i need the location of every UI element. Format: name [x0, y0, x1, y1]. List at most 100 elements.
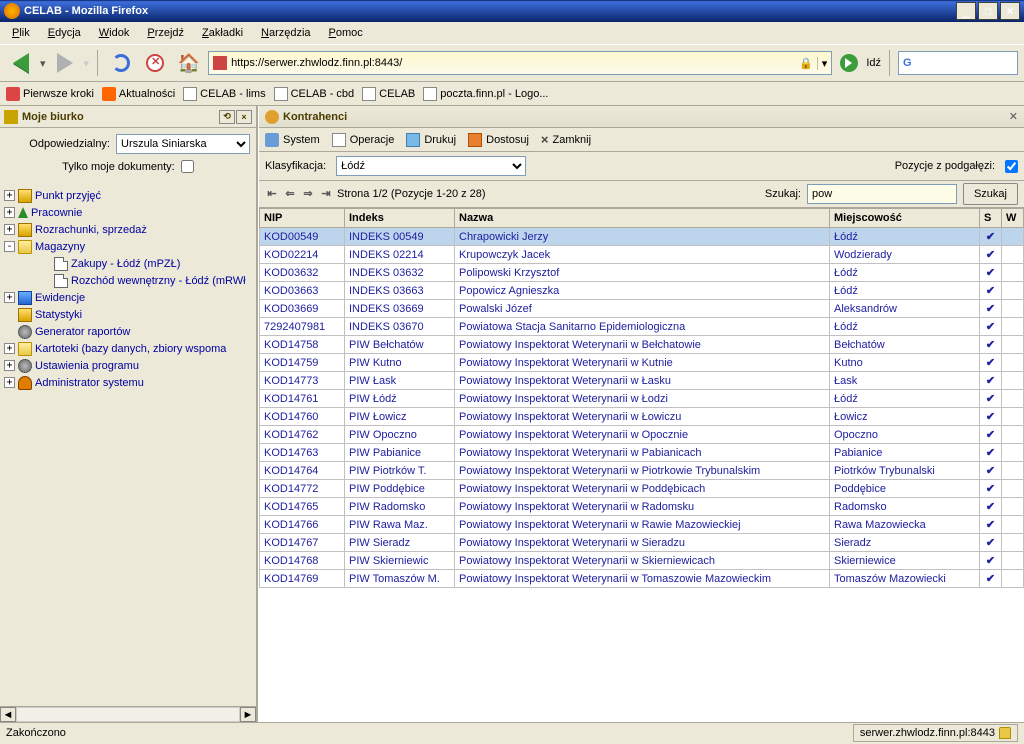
reload-button[interactable]: [106, 48, 136, 78]
nav-first[interactable]: ⇤: [265, 187, 279, 201]
menu-edycja[interactable]: Edycja: [40, 25, 89, 41]
expander-icon[interactable]: +: [4, 190, 15, 201]
tree-item[interactable]: +Punkt przyjęć: [4, 187, 256, 204]
table-row[interactable]: KOD03663INDEKS 03663Popowicz AgnieszkaŁó…: [260, 282, 1024, 300]
nav-prev[interactable]: ⇐: [283, 187, 297, 201]
cell-indeks: PIW Poddębice: [345, 480, 455, 498]
menu-zakładki[interactable]: Zakładki: [194, 25, 251, 41]
expander-icon[interactable]: +: [4, 224, 15, 235]
url-dropdown[interactable]: ▾: [817, 57, 828, 70]
table-row[interactable]: KOD14773PIW ŁaskPowiatowy Inspektorat We…: [260, 372, 1024, 390]
tree-item[interactable]: +Administrator systemu: [4, 374, 256, 391]
table-row[interactable]: KOD14769PIW Tomaszów M.Powiatowy Inspekt…: [260, 570, 1024, 588]
table-row[interactable]: KOD14758PIW BełchatówPowiatowy Inspektor…: [260, 336, 1024, 354]
menu-pomoc[interactable]: Pomoc: [321, 25, 371, 41]
table-row[interactable]: 7292407981INDEKS 03670Powiatowa Stacja S…: [260, 318, 1024, 336]
bookmark-item[interactable]: CELAB: [362, 87, 415, 101]
tree-item[interactable]: +Kartoteki (bazy danych, zbiory wspoma: [4, 340, 256, 357]
column-header[interactable]: W: [1002, 209, 1024, 228]
table-row[interactable]: KOD14759PIW KutnoPowiatowy Inspektorat W…: [260, 354, 1024, 372]
back-button[interactable]: [6, 48, 36, 78]
tree-item[interactable]: Statystyki: [4, 306, 256, 323]
sidebar-hscroll[interactable]: ◄►: [0, 706, 256, 722]
minimize-button[interactable]: _: [956, 2, 976, 20]
column-header[interactable]: Nazwa: [455, 209, 830, 228]
table-row[interactable]: KOD14766PIW Rawa Maz.Powiatowy Inspektor…: [260, 516, 1024, 534]
tree-item[interactable]: Zakupy - Łódź (mPZŁ): [4, 255, 256, 272]
bookmark-item[interactable]: CELAB - cbd: [274, 87, 355, 101]
table-row[interactable]: KOD02214INDEKS 02214Krupowczyk JacekWodz…: [260, 246, 1024, 264]
cell-w: [1002, 390, 1024, 408]
column-header[interactable]: Indeks: [345, 209, 455, 228]
home-button[interactable]: 🏠: [174, 48, 204, 78]
tree-item[interactable]: Generator raportów: [4, 323, 256, 340]
go-button[interactable]: [840, 54, 858, 72]
bookmark-item[interactable]: CELAB - lims: [183, 87, 265, 101]
table-row[interactable]: KOD14772PIW PoddębicePowiatowy Inspektor…: [260, 480, 1024, 498]
cell-s: ✔: [980, 462, 1002, 480]
search-button[interactable]: Szukaj: [963, 183, 1018, 205]
tree-item[interactable]: +Rozrachunki, sprzedaż: [4, 221, 256, 238]
table-row[interactable]: KOD14761PIW ŁódźPowiatowy Inspektorat We…: [260, 390, 1024, 408]
tree-item[interactable]: -Magazyny: [4, 238, 256, 255]
bookmark-item[interactable]: Pierwsze kroki: [6, 87, 94, 101]
search-input[interactable]: [807, 184, 957, 204]
tree-item[interactable]: Rozchód wewnętrzny - Łódź (mRWł: [4, 272, 256, 289]
data-grid[interactable]: NIPIndeksNazwaMiejscowośćSW KOD00549INDE…: [259, 208, 1024, 722]
sidebar-close-button[interactable]: ×: [236, 110, 252, 124]
expander-icon[interactable]: +: [4, 343, 15, 354]
table-row[interactable]: KOD14762PIW OpocznoPowiatowy Inspektorat…: [260, 426, 1024, 444]
menu-operacje[interactable]: Operacje: [332, 133, 395, 147]
tree-label: Statystyki: [35, 309, 82, 321]
restore-button[interactable]: ❐: [978, 2, 998, 20]
tree-icon: [18, 359, 32, 373]
window-titlebar: CELAB - Mozilla Firefox _ ❐ ×: [0, 0, 1024, 22]
url-bar[interactable]: https://serwer.zhwlodz.finn.pl:8443/ 🔒 ▾: [208, 51, 832, 75]
sidebar-refresh-button[interactable]: ⟲: [219, 110, 235, 124]
sub-checkbox[interactable]: [1005, 160, 1018, 173]
table-row[interactable]: KOD14764PIW Piotrków T.Powiatowy Inspekt…: [260, 462, 1024, 480]
table-row[interactable]: KOD03669INDEKS 03669Powalski JózefAleksa…: [260, 300, 1024, 318]
menu-dostosuj[interactable]: Dostosuj: [468, 133, 529, 147]
table-row[interactable]: KOD14767PIW SieradzPowiatowy Inspektorat…: [260, 534, 1024, 552]
expander-icon[interactable]: -: [4, 241, 15, 252]
nav-next[interactable]: ⇒: [301, 187, 315, 201]
tree-item[interactable]: +Ewidencje: [4, 289, 256, 306]
forward-button[interactable]: [50, 48, 80, 78]
table-row[interactable]: KOD14763PIW PabianicePowiatowy Inspektor…: [260, 444, 1024, 462]
stop-button[interactable]: [140, 48, 170, 78]
table-row[interactable]: KOD14768PIW SkierniewicPowiatowy Inspekt…: [260, 552, 1024, 570]
menu-zamknij[interactable]: ×Zamknij: [541, 132, 591, 147]
search-bar[interactable]: G: [898, 51, 1018, 75]
column-header[interactable]: Miejscowość: [830, 209, 980, 228]
tree-item[interactable]: +Ustawienia programu: [4, 357, 256, 374]
table-row[interactable]: KOD14760PIW ŁowiczPowiatowy Inspektorat …: [260, 408, 1024, 426]
menu-plik[interactable]: Plik: [4, 25, 38, 41]
column-header[interactable]: NIP: [260, 209, 345, 228]
menu-widok[interactable]: Widok: [91, 25, 138, 41]
table-row[interactable]: KOD00549INDEKS 00549Chrapowicki JerzyŁód…: [260, 228, 1024, 246]
table-row[interactable]: KOD14765PIW RadomskoPowiatowy Inspektora…: [260, 498, 1024, 516]
close-window-button[interactable]: ×: [1000, 2, 1020, 20]
nav-last[interactable]: ⇥: [319, 187, 333, 201]
responsible-select[interactable]: Urszula Siniarska: [116, 134, 250, 154]
expander-icon[interactable]: +: [4, 292, 15, 303]
menu-przejdź[interactable]: Przejdź: [139, 25, 192, 41]
table-row[interactable]: KOD03632INDEKS 03632Polipowski Krzysztof…: [260, 264, 1024, 282]
tree-label: Rozchód wewnętrzny - Łódź (mRWł: [71, 275, 246, 287]
bookmark-item[interactable]: Aktualności: [102, 87, 175, 101]
onlymy-checkbox[interactable]: [181, 160, 194, 173]
klas-select[interactable]: Łódź: [336, 156, 526, 176]
menu-system[interactable]: System: [265, 133, 320, 147]
cell-nazwa: Powiatowa Stacja Sanitarno Epidemiologic…: [455, 318, 830, 336]
expander-icon[interactable]: +: [4, 360, 15, 371]
content-close-button[interactable]: ✕: [1009, 110, 1018, 123]
menu-narzędzia[interactable]: Narzędzia: [253, 25, 319, 41]
tree-item[interactable]: +Pracownie: [4, 204, 256, 221]
expander-icon[interactable]: +: [4, 377, 15, 388]
column-header[interactable]: S: [980, 209, 1002, 228]
cell-nip: KOD14769: [260, 570, 345, 588]
menu-drukuj[interactable]: Drukuj: [406, 133, 456, 147]
bookmark-item[interactable]: poczta.finn.pl - Logo...: [423, 87, 548, 101]
expander-icon[interactable]: +: [4, 207, 15, 218]
